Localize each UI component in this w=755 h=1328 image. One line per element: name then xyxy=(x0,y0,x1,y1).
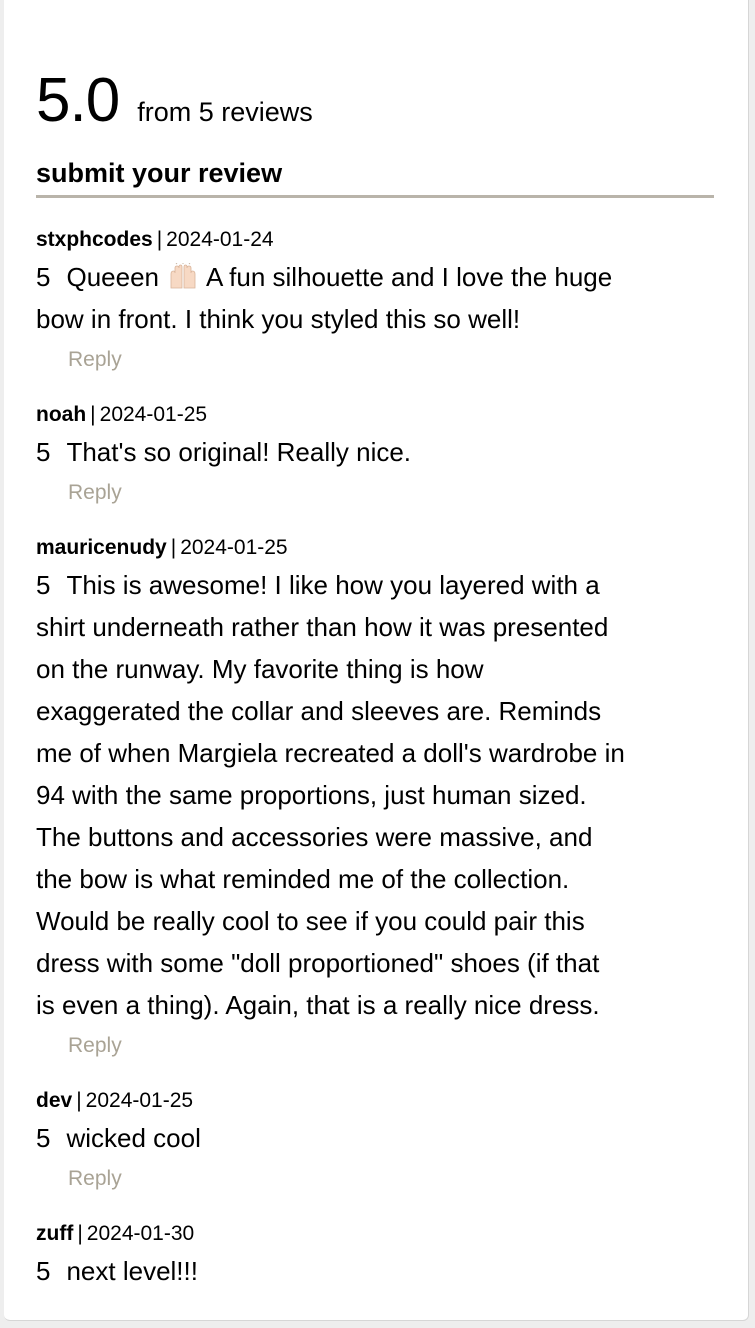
review-text: bow in front. I think you styled this so… xyxy=(36,304,521,334)
review-text-line: 5 next level!!! xyxy=(36,1250,716,1292)
review-item: mauricenudy | 2024-01-25 5 This is awesome! … xyxy=(36,532,716,1066)
review-username: dev xyxy=(36,1089,73,1112)
review-text-line: on the runway. My favorite thing is how xyxy=(36,648,716,690)
review-date: 2024-01-30 xyxy=(86,1222,195,1245)
review-text-line: 5 Queeen A fun silhouette and I love the … xyxy=(36,256,716,298)
review-date: 2024-01-24 xyxy=(166,228,274,251)
divider xyxy=(36,195,714,198)
review-date: 2024-01-25 xyxy=(85,1089,194,1112)
review-text-line: Would be really cool to see if you could… xyxy=(36,900,716,942)
meta-separator: | xyxy=(90,403,96,426)
review-text: dress with some "doll proportioned" shoe… xyxy=(36,948,600,978)
review-meta: mauricenudy | 2024-01-25 xyxy=(36,532,716,564)
raising-hands-icon xyxy=(168,259,198,289)
review-text: Would be really cool to see if you could… xyxy=(36,906,585,936)
review-text-line: 5 This is awesome! I like how you layered… xyxy=(36,564,716,606)
review-text: The buttons and accessories were massive… xyxy=(36,822,593,852)
review-text-line: 5 That's so original! Really nice. xyxy=(36,431,716,473)
review-item: dev | 2024-01-25 5 wicked cool Reply xyxy=(36,1085,716,1199)
review-text: is even a thing). Again, that is a reall… xyxy=(36,990,600,1020)
meta-separator: | xyxy=(77,1222,83,1245)
review-text-line: 5 wicked cool xyxy=(36,1117,716,1159)
review-list: stxphcodes | 2024-01-24 5 Queeen A fun silho… xyxy=(36,224,716,1311)
review-text: A fun silhouette and I love the huge xyxy=(206,262,613,292)
review-text-line: is even a thing). Again, that is a reall… xyxy=(36,984,716,1026)
reply-link[interactable]: Reply xyxy=(68,1026,122,1066)
reviews-panel: 5.0 from 5 reviews submit your review st… xyxy=(4,0,749,1321)
review-stars: 5 xyxy=(36,570,51,600)
review-text-line: exaggerated the collar and sleeves are. … xyxy=(36,690,716,732)
reply-link[interactable]: Reply xyxy=(68,340,122,380)
review-username: mauricenudy xyxy=(36,536,167,559)
review-item: zuff | 2024-01-30 5 next level!!! xyxy=(36,1218,716,1292)
review-text-line: bow in front. I think you styled this so… xyxy=(36,298,716,340)
review-meta: noah | 2024-01-25 xyxy=(36,399,716,431)
review-text-line: the bow is what reminded me of the colle… xyxy=(36,858,716,900)
review-text: This is awesome! I like how you layered … xyxy=(66,570,600,600)
meta-separator: | xyxy=(170,536,177,559)
meta-separator: | xyxy=(76,1089,82,1112)
reply-link[interactable]: Reply xyxy=(68,1159,122,1199)
review-date: 2024-01-25 xyxy=(180,536,288,559)
review-meta: dev | 2024-01-25 xyxy=(36,1085,716,1117)
review-text-line: 94 with the same proportions, just human… xyxy=(36,774,716,816)
review-item: noah | 2024-01-25 5 That's so original! Real… xyxy=(36,399,716,513)
review-item: stxphcodes | 2024-01-24 5 Queeen A fun silho… xyxy=(36,224,716,380)
review-text: 94 with the same proportions, just human… xyxy=(36,780,587,810)
review-text: next level!!! xyxy=(66,1256,198,1286)
review-username: zuff xyxy=(36,1222,74,1245)
review-text: That's so original! Really nice. xyxy=(66,437,412,467)
review-text: me of when Margiela recreated a doll's w… xyxy=(36,738,625,768)
review-text-line: me of when Margiela recreated a doll's w… xyxy=(36,732,716,774)
review-text: shirt underneath rather than how it was … xyxy=(36,612,609,642)
review-count: from 5 reviews xyxy=(137,97,313,127)
review-stars: 5 xyxy=(36,1256,51,1286)
review-date: 2024-01-25 xyxy=(99,403,208,426)
review-text: exaggerated the collar and sleeves are. … xyxy=(36,696,602,726)
reply-link[interactable]: Reply xyxy=(68,473,122,513)
review-text-line: dress with some "doll proportioned" shoe… xyxy=(36,942,716,984)
review-stars: 5 xyxy=(36,437,51,467)
rating-summary: 5.0 from 5 reviews xyxy=(36,70,313,132)
review-text: Queeen xyxy=(66,262,159,292)
review-username: noah xyxy=(36,403,87,426)
review-username: stxphcodes xyxy=(36,228,153,251)
review-text: on the runway. My favorite thing is how xyxy=(36,654,484,684)
review-stars: 5 xyxy=(36,1123,51,1153)
review-stars: 5 xyxy=(36,262,51,292)
review-text-line: shirt underneath rather than how it was … xyxy=(36,606,716,648)
review-text: wicked cool xyxy=(66,1123,201,1153)
review-meta: zuff | 2024-01-30 xyxy=(36,1218,716,1250)
average-rating: 5.0 xyxy=(36,66,120,135)
review-meta: stxphcodes | 2024-01-24 xyxy=(36,224,716,256)
meta-separator: | xyxy=(156,228,163,251)
review-text-line: The buttons and accessories were massive… xyxy=(36,816,716,858)
submit-review-link[interactable]: submit your review xyxy=(36,158,282,189)
review-text: the bow is what reminded me of the colle… xyxy=(36,864,570,894)
